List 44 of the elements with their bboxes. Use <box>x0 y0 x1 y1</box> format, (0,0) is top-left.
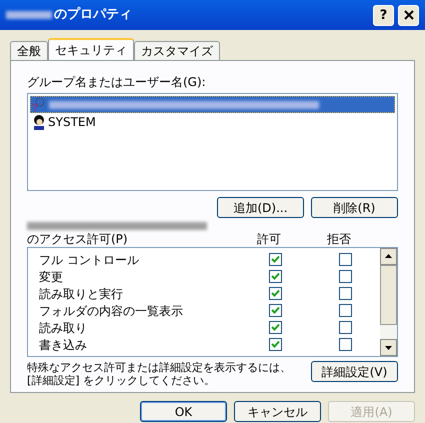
dialog-button[interactable]: OK <box>140 401 227 422</box>
checkbox[interactable] <box>268 321 282 334</box>
column-header: 拒否 <box>326 231 352 248</box>
checkbox[interactable] <box>338 338 352 351</box>
permission-name: 書き込み <box>39 336 88 354</box>
checkbox[interactable] <box>268 304 282 317</box>
redaction-mark <box>6 11 52 19</box>
dialog-button: 適用(A) <box>328 401 415 422</box>
checkbox[interactable] <box>338 287 352 300</box>
checkbox[interactable] <box>268 253 282 266</box>
tab[interactable]: 全般 <box>10 41 48 60</box>
permission-name: フォルダの内容の一覧表示 <box>39 302 184 320</box>
help-button[interactable]: ? <box>373 4 394 26</box>
permission-name: 読み取りと実行 <box>39 286 124 302</box>
checkbox[interactable] <box>268 338 282 351</box>
dialog-button[interactable]: キャンセル <box>234 401 321 422</box>
close-button[interactable] <box>398 4 419 26</box>
close-icon <box>404 10 414 20</box>
checkbox[interactable] <box>268 270 282 283</box>
list-button[interactable]: 追加(D)... <box>217 197 304 218</box>
scroll-down-icon[interactable] <box>380 339 397 356</box>
column-header: 許可 <box>256 231 282 248</box>
tab[interactable]: セキュリティ <box>48 38 134 60</box>
window-title: のプロパティ <box>54 6 132 24</box>
unknown-user-icon <box>31 96 47 112</box>
list-button[interactable]: 削除(R) <box>311 197 398 218</box>
permission-name: 変更 <box>39 268 64 286</box>
tab[interactable]: カスタマイズ <box>134 41 220 60</box>
scrollbar-thumb[interactable] <box>380 265 397 325</box>
checkbox[interactable] <box>338 321 352 334</box>
section-label: グループ名またはユーザー名(G): <box>27 74 207 91</box>
permission-name: フル コントロール <box>39 252 140 268</box>
scroll-up-icon[interactable] <box>380 248 397 265</box>
list-item[interactable] <box>30 96 395 113</box>
advanced-button[interactable]: 詳細設定(V) <box>311 361 398 382</box>
checkbox[interactable] <box>338 253 352 266</box>
list-item[interactable]: SYSTEM <box>30 113 395 130</box>
permission-name: 読み取り <box>39 320 88 336</box>
checkbox[interactable] <box>268 287 282 300</box>
hint-text: 特殊なアクセス許可または詳細設定を表示するには、[詳細設定] をクリックしてください。 <box>27 361 292 387</box>
checkbox[interactable] <box>338 304 352 317</box>
scrollbar[interactable] <box>380 248 397 356</box>
checkbox[interactable] <box>338 270 352 283</box>
section-label: のアクセス許可(P) <box>27 231 129 248</box>
